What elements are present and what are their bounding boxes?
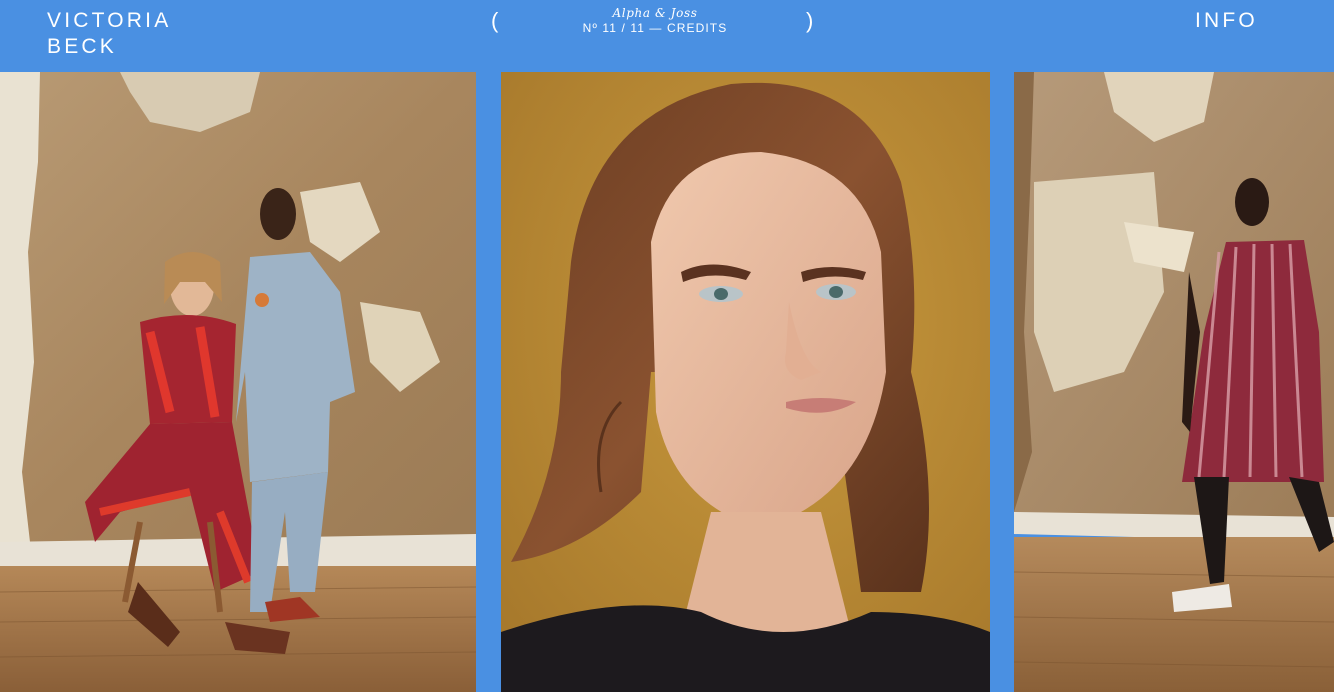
info-link[interactable]: INFO <box>1195 8 1258 34</box>
gallery-info: Alpha & Joss Nº 11 / 11 — CREDITS <box>555 6 755 37</box>
brand-line-1: VICTORIA <box>47 9 172 32</box>
photo-striped-dress-image <box>1014 72 1334 692</box>
paren-close: ) <box>806 8 814 33</box>
site-header: VICTORIA BECK ( Alpha & Joss Nº 11 / 11 … <box>0 0 1334 72</box>
photo-portrait-image <box>501 72 990 692</box>
gallery-counter-line: Nº 11 / 11 — CREDITS <box>555 20 755 37</box>
series-title: Alpha & Joss <box>612 6 698 20</box>
credits-link[interactable]: CREDITS <box>667 21 727 35</box>
brand-logo-link[interactable]: VICTORIA BECK <box>47 8 171 60</box>
gallery-photo-1[interactable] <box>0 72 476 692</box>
gallery-photo-3[interactable] <box>1014 72 1334 692</box>
image-counter: Nº 11 / 11 <box>582 21 645 35</box>
gallery-photo-2[interactable] <box>501 72 990 692</box>
paren-open: ( <box>491 8 499 33</box>
counter-separator: — <box>644 21 667 35</box>
brand-line-2: BECK <box>47 35 117 58</box>
photo-two-models-image <box>0 72 476 692</box>
